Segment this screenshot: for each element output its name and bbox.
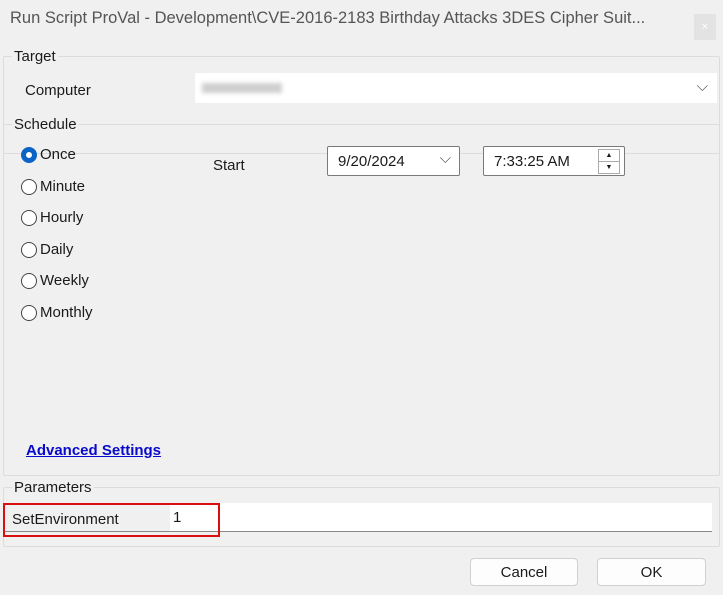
chevron-down-icon: ⌵ <box>696 78 708 95</box>
start-time-picker[interactable]: 7:33:25 AM ▲ ▼ <box>483 146 625 176</box>
radio-button-icon <box>21 209 37 226</box>
computer-value-blurred <box>202 83 282 93</box>
radio-button-icon <box>21 178 37 195</box>
radio-label: Monthly <box>40 304 93 321</box>
schedule-group <box>3 124 720 476</box>
radio-minute[interactable]: Minute <box>21 178 85 195</box>
time-value: 7:33:25 AM <box>494 153 570 170</box>
radio-label: Hourly <box>40 209 84 226</box>
radio-label: Once <box>40 146 76 163</box>
parameters-legend: Parameters <box>12 479 94 496</box>
radio-button-icon <box>21 146 37 163</box>
computer-label: Computer <box>25 82 91 99</box>
radio-label: Minute <box>40 178 86 195</box>
radio-button-icon <box>21 241 37 258</box>
computer-dropdown[interactable]: ⌵ <box>195 73 717 103</box>
start-date-picker[interactable]: 9/20/2024 ⌵ <box>327 146 460 176</box>
advanced-settings-link[interactable]: Advanced Settings <box>26 442 161 459</box>
date-value: 9/20/2024 <box>338 153 405 170</box>
spin-down-icon[interactable]: ▼ <box>598 161 620 174</box>
radio-button-icon <box>21 272 37 289</box>
cancel-button[interactable]: Cancel <box>470 558 578 586</box>
radio-label: Daily <box>40 241 74 258</box>
ok-button[interactable]: OK <box>597 558 706 586</box>
start-label: Start <box>213 157 245 174</box>
radio-hourly[interactable]: Hourly <box>21 209 83 226</box>
radio-label: Weekly <box>40 272 89 289</box>
highlight-box <box>3 503 220 537</box>
radio-monthly[interactable]: Monthly <box>21 304 93 321</box>
radio-weekly[interactable]: Weekly <box>21 272 89 289</box>
chevron-down-icon: ⌵ <box>439 150 451 167</box>
radio-daily[interactable]: Daily <box>21 241 73 258</box>
target-legend: Target <box>12 48 58 65</box>
schedule-legend: Schedule <box>12 116 79 133</box>
parameter-value-input[interactable]: 1 <box>170 503 712 531</box>
close-button[interactable]: × <box>694 14 716 40</box>
radio-once[interactable]: Once <box>21 146 76 163</box>
window-title: Run Script ProVal - Development\CVE-2016… <box>10 9 646 27</box>
radio-button-icon <box>21 304 37 321</box>
